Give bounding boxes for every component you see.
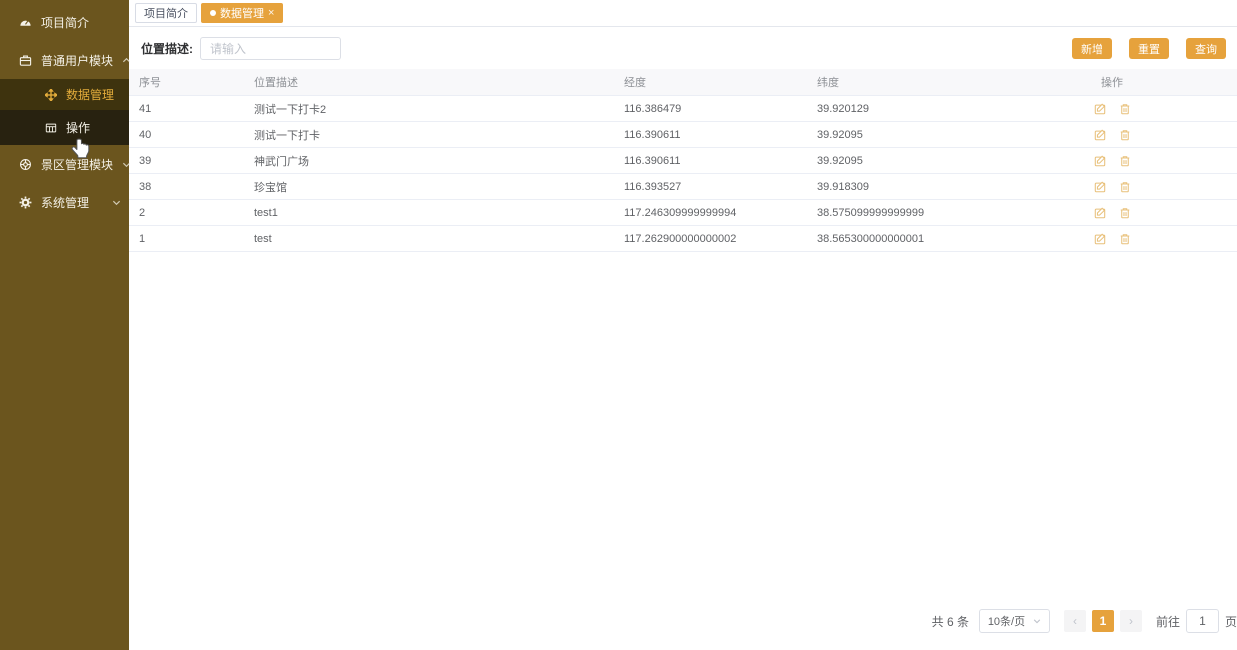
cell-desc: test [254, 233, 624, 245]
close-icon[interactable]: × [268, 8, 274, 19]
filter-toolbar: 位置描述: 新增 重置 查询 [129, 27, 1237, 69]
gear-icon [19, 196, 32, 209]
chevron-down-icon [112, 198, 121, 207]
cell-lat: 39.92095 [817, 129, 998, 141]
cell-lng: 116.390611 [624, 129, 817, 141]
cell-desc: 珍宝馆 [254, 179, 624, 195]
content-spacer [129, 252, 1237, 609]
add-button[interactable]: 新增 [1072, 38, 1112, 59]
table-header-row: 序号 位置描述 经度 纬度 操作 [129, 69, 1237, 96]
page-size-select[interactable]: 10条/页 [979, 609, 1050, 633]
cell-lat: 39.92095 [817, 155, 998, 167]
cell-index: 1 [139, 233, 254, 245]
table-row: 40 测试一下打卡 116.390611 39.92095 [129, 122, 1237, 148]
table-icon [45, 122, 57, 134]
table-row: 41 测试一下打卡2 116.386479 39.920129 [129, 96, 1237, 122]
dashboard-icon [19, 16, 32, 29]
cell-lng: 117.262900000000002 [624, 233, 817, 245]
cell-lng: 116.393527 [624, 181, 817, 193]
sidebar-item-data-management[interactable]: 数据管理 [0, 79, 129, 110]
lifebuoy-icon [19, 158, 32, 171]
chevron-down-icon [122, 160, 131, 169]
active-dot-icon [210, 10, 216, 16]
delete-icon[interactable] [1119, 155, 1131, 167]
edit-icon[interactable] [1094, 103, 1106, 115]
cell-lng: 116.390611 [624, 155, 817, 167]
table-row: 1 test 117.262900000000002 38.5653000000… [129, 226, 1237, 252]
cell-index: 38 [139, 181, 254, 193]
delete-icon[interactable] [1119, 181, 1131, 193]
tab-bar: 项目简介 数据管理 × [129, 0, 1237, 27]
edit-icon[interactable] [1094, 155, 1106, 167]
page-size-value: 10条/页 [988, 613, 1025, 629]
sidebar-item-label: 项目简介 [41, 14, 89, 31]
goto-label: 前往 [1156, 613, 1180, 630]
page-number-button[interactable]: 1 [1092, 610, 1114, 632]
cell-lat: 38.565300000000001 [817, 233, 998, 245]
move-icon [45, 89, 57, 101]
delete-icon[interactable] [1119, 103, 1131, 115]
cell-lat: 39.918309 [817, 181, 998, 193]
col-header-op: 操作 [998, 74, 1226, 90]
delete-icon[interactable] [1119, 207, 1131, 219]
sidebar-item-label: 景区管理模块 [41, 156, 113, 173]
cell-index: 2 [139, 207, 254, 219]
col-header-lat: 纬度 [817, 74, 998, 90]
cell-desc: test1 [254, 207, 624, 219]
sidebar-item-project-intro[interactable]: 项目简介 [0, 3, 129, 41]
cell-lat: 38.575099999999999 [817, 207, 998, 219]
col-header-desc: 位置描述 [254, 74, 624, 90]
edit-icon[interactable] [1094, 233, 1106, 245]
briefcase-icon [19, 54, 32, 67]
col-header-lng: 经度 [624, 74, 817, 90]
data-table: 序号 位置描述 经度 纬度 操作 41 测试一下打卡2 116.386479 3… [129, 69, 1237, 252]
tab-data-management[interactable]: 数据管理 × [201, 3, 283, 23]
sidebar: 项目简介 普通用户模块 数据管理 操作 [0, 0, 129, 650]
tab-label: 数据管理 [220, 5, 264, 21]
sidebar-item-label: 普通用户模块 [41, 52, 113, 69]
sidebar-item-label: 系统管理 [41, 194, 89, 211]
pagination-bar: 共 6 条 10条/页 ‹ 1 › 前往 页 [129, 609, 1237, 633]
col-header-index: 序号 [139, 74, 254, 90]
cell-lat: 39.920129 [817, 103, 998, 115]
pagination-total: 共 6 条 [932, 613, 969, 630]
cell-index: 39 [139, 155, 254, 167]
sidebar-item-operation[interactable]: 操作 [0, 110, 129, 145]
prev-page-button[interactable]: ‹ [1064, 610, 1086, 632]
search-input[interactable] [200, 37, 341, 60]
tab-label: 项目简介 [144, 5, 188, 21]
cell-lng: 116.386479 [624, 103, 817, 115]
sidebar-item-scenic-module[interactable]: 景区管理模块 [0, 145, 129, 183]
cell-desc: 神武门广场 [254, 153, 624, 169]
sidebar-item-system-management[interactable]: 系统管理 [0, 183, 129, 221]
table-row: 38 珍宝馆 116.393527 39.918309 [129, 174, 1237, 200]
edit-icon[interactable] [1094, 129, 1106, 141]
page-unit-label: 页 [1225, 613, 1237, 630]
goto-page-input[interactable] [1186, 609, 1219, 633]
query-button[interactable]: 查询 [1186, 38, 1226, 59]
sidebar-item-label: 数据管理 [66, 86, 114, 103]
chevron-down-icon [1033, 617, 1041, 625]
edit-icon[interactable] [1094, 207, 1106, 219]
edit-icon[interactable] [1094, 181, 1106, 193]
chevron-up-icon [122, 56, 131, 65]
search-label: 位置描述: [141, 40, 193, 57]
cell-lng: 117.246309999999994 [624, 207, 817, 219]
tab-project-intro[interactable]: 项目简介 [135, 3, 197, 23]
reset-button[interactable]: 重置 [1129, 38, 1169, 59]
delete-icon[interactable] [1119, 129, 1131, 141]
cell-desc: 测试一下打卡 [254, 127, 624, 143]
cell-index: 40 [139, 129, 254, 141]
next-page-button[interactable]: › [1120, 610, 1142, 632]
delete-icon[interactable] [1119, 233, 1131, 245]
button-group: 新增 重置 查询 [1072, 38, 1226, 59]
sidebar-item-label: 操作 [66, 119, 90, 136]
cell-index: 41 [139, 103, 254, 115]
cell-desc: 测试一下打卡2 [254, 101, 624, 117]
app-window: 项目简介 普通用户模块 数据管理 操作 [0, 0, 1237, 650]
main-content: 项目简介 数据管理 × 位置描述: 新增 重置 查询 序号 位置描述 经度 [129, 0, 1237, 650]
table-row: 39 神武门广场 116.390611 39.92095 [129, 148, 1237, 174]
sidebar-item-user-module[interactable]: 普通用户模块 [0, 41, 129, 79]
table-row: 2 test1 117.246309999999994 38.575099999… [129, 200, 1237, 226]
